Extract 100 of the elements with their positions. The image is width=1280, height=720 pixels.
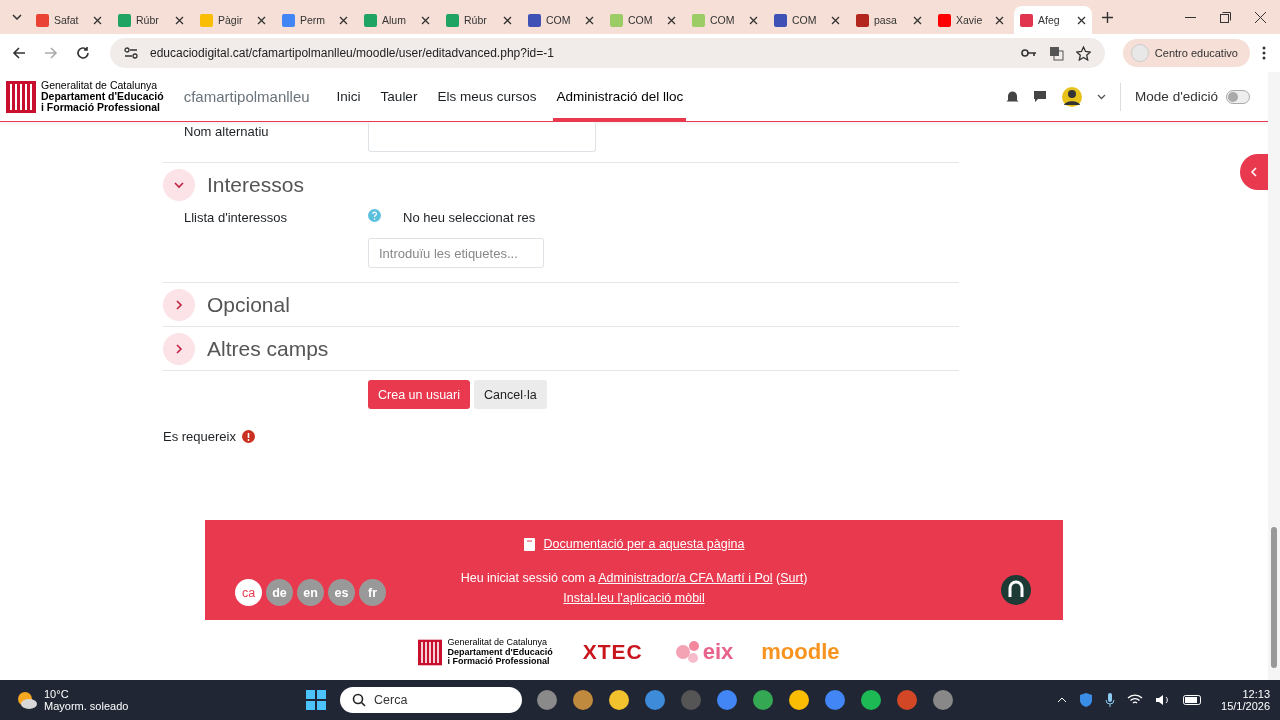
language-button[interactable]: ca — [235, 579, 262, 606]
edit-mode-switch[interactable] — [1226, 89, 1250, 104]
form-button[interactable]: Crea un usuari — [368, 380, 470, 409]
browser-tab[interactable]: COM — [522, 6, 600, 34]
form-button[interactable]: Cancel·la — [474, 380, 547, 409]
temperature: 10°C — [44, 688, 70, 700]
browser-tab[interactable]: Rúbr — [112, 6, 190, 34]
book-icon — [523, 537, 535, 551]
browser-tab[interactable]: Rúbr — [440, 6, 518, 34]
app-icon[interactable] — [824, 689, 846, 711]
app-icon[interactable] — [932, 689, 954, 711]
chevron-icon[interactable] — [1249, 167, 1259, 177]
site-name[interactable]: cfamartipolmanlleu — [183, 88, 310, 105]
shield-icon[interactable] — [1079, 692, 1094, 708]
close-icon[interactable] — [339, 15, 348, 25]
battery-icon[interactable] — [1183, 695, 1204, 705]
site-logo[interactable]: Generalitat de Catalunya Departament d'Educació i Formació Professional — [41, 80, 164, 113]
close-icon[interactable] — [175, 15, 184, 25]
chat-icon[interactable] — [1033, 90, 1048, 103]
close-icon[interactable] — [421, 15, 430, 25]
menu-icon[interactable] — [1262, 46, 1266, 60]
address-field[interactable]: educaciodigital.cat/cfamartipolmanlleu/moodle/user/editadvanced.php?id=-1 — [110, 38, 1105, 68]
browser-tab[interactable]: Safat — [30, 6, 108, 34]
user-link[interactable]: Administrador/a CFA Martí i Pol — [598, 571, 773, 585]
start-icon[interactable] — [306, 690, 326, 710]
brand-badge-icon[interactable] — [1001, 575, 1031, 605]
clock-time[interactable]: 12:13 — [1221, 688, 1270, 700]
app-icon[interactable] — [572, 689, 594, 711]
close-icon[interactable] — [585, 15, 594, 25]
app-icon[interactable] — [860, 689, 882, 711]
key-icon[interactable] — [1020, 48, 1037, 58]
xtec-logo[interactable]: XTEC — [582, 640, 643, 665]
nav-link[interactable]: Tauler — [377, 72, 421, 121]
clock-date[interactable]: 15/1/2026 — [1221, 700, 1270, 712]
gencat-logo[interactable]: Generalitat de Catalunya Departament d'Educació i Formació Professional — [447, 638, 553, 667]
restore-icon[interactable] — [1220, 11, 1231, 23]
close-icon[interactable] — [503, 15, 512, 25]
browser-tab[interactable]: COM — [768, 6, 846, 34]
tab-favicon-icon — [610, 13, 623, 27]
input-field[interactable] — [368, 122, 596, 152]
app-icon[interactable] — [716, 689, 738, 711]
app-icon[interactable] — [788, 689, 810, 711]
app-icon[interactable] — [644, 689, 666, 711]
search-icon[interactable] — [352, 693, 366, 707]
translate-icon[interactable] — [1048, 45, 1064, 61]
close-icon[interactable] — [93, 15, 102, 25]
close-icon[interactable] — [749, 15, 758, 25]
chevron-icon[interactable] — [173, 342, 185, 355]
bell-icon[interactable] — [1006, 89, 1020, 104]
wifi-icon[interactable] — [1127, 694, 1144, 706]
tab-favicon-icon — [528, 13, 541, 27]
section-toggle[interactable] — [163, 288, 195, 321]
section-title[interactable]: Opcional — [207, 292, 290, 317]
profile-button[interactable]: Centro educativo — [1122, 39, 1250, 67]
chevron-icon[interactable] — [173, 298, 185, 311]
close-icon[interactable] — [1255, 11, 1266, 23]
caret-icon[interactable] — [1097, 93, 1107, 100]
section-title[interactable]: Altres camps — [207, 336, 329, 361]
section-toggle[interactable] — [163, 332, 195, 365]
browser-tab[interactable]: Xavie — [932, 6, 1010, 34]
app-icon[interactable] — [608, 689, 630, 711]
required-icon — [242, 430, 255, 443]
weather-text: Mayorm. soleado — [44, 700, 129, 712]
new-tab-icon[interactable] — [1102, 11, 1113, 23]
browser-tab[interactable]: Afeg — [1014, 6, 1092, 34]
scrollbar[interactable] — [1268, 72, 1280, 680]
browser-tab[interactable]: Alum — [358, 6, 436, 34]
browser-tab[interactable]: pasa — [850, 6, 928, 34]
star-icon[interactable] — [1075, 45, 1091, 61]
app-icon[interactable] — [752, 689, 774, 711]
chevron-up-icon[interactable] — [1057, 697, 1068, 703]
tags-field[interactable]: Introduïu les etiquetes... — [368, 238, 544, 268]
close-icon[interactable] — [257, 15, 266, 25]
close-icon[interactable] — [995, 15, 1004, 25]
section-toggle[interactable] — [163, 168, 195, 201]
reload-icon[interactable] — [76, 46, 90, 60]
mobile-app-link[interactable]: Instal·leu l'aplicació mòbil — [563, 591, 705, 605]
tab-favicon-icon — [856, 13, 869, 27]
taskbar-search[interactable]: Cerca — [340, 687, 522, 713]
avatar-icon[interactable] — [1061, 85, 1084, 108]
section-title[interactable]: Interessos — [207, 172, 304, 197]
site-settings-icon[interactable] — [124, 47, 138, 59]
close-icon[interactable] — [913, 15, 922, 25]
browser-tab[interactable]: COM — [604, 6, 682, 34]
nav-link[interactable]: Inici — [333, 72, 364, 121]
browser-tab[interactable]: Perm — [276, 6, 354, 34]
required-note: Es requereix — [163, 429, 236, 444]
documentation-link[interactable]: Documentació per a aquesta pàgina — [543, 537, 745, 551]
close-icon[interactable] — [831, 15, 840, 25]
browser-tab[interactable]: COM — [686, 6, 764, 34]
browser-tab[interactable]: Pàgir — [194, 6, 272, 34]
microphone-icon[interactable] — [1105, 692, 1116, 708]
nav-link[interactable]: Els meus cursos — [434, 72, 540, 121]
weather-icon[interactable] — [16, 690, 38, 710]
logout-link[interactable]: Surt — [780, 571, 804, 585]
close-icon[interactable] — [667, 15, 676, 25]
drawer-toggle[interactable] — [1240, 154, 1268, 190]
close-icon[interactable] — [1077, 15, 1086, 25]
back-icon[interactable] — [12, 46, 26, 60]
app-icon[interactable] — [536, 689, 558, 711]
